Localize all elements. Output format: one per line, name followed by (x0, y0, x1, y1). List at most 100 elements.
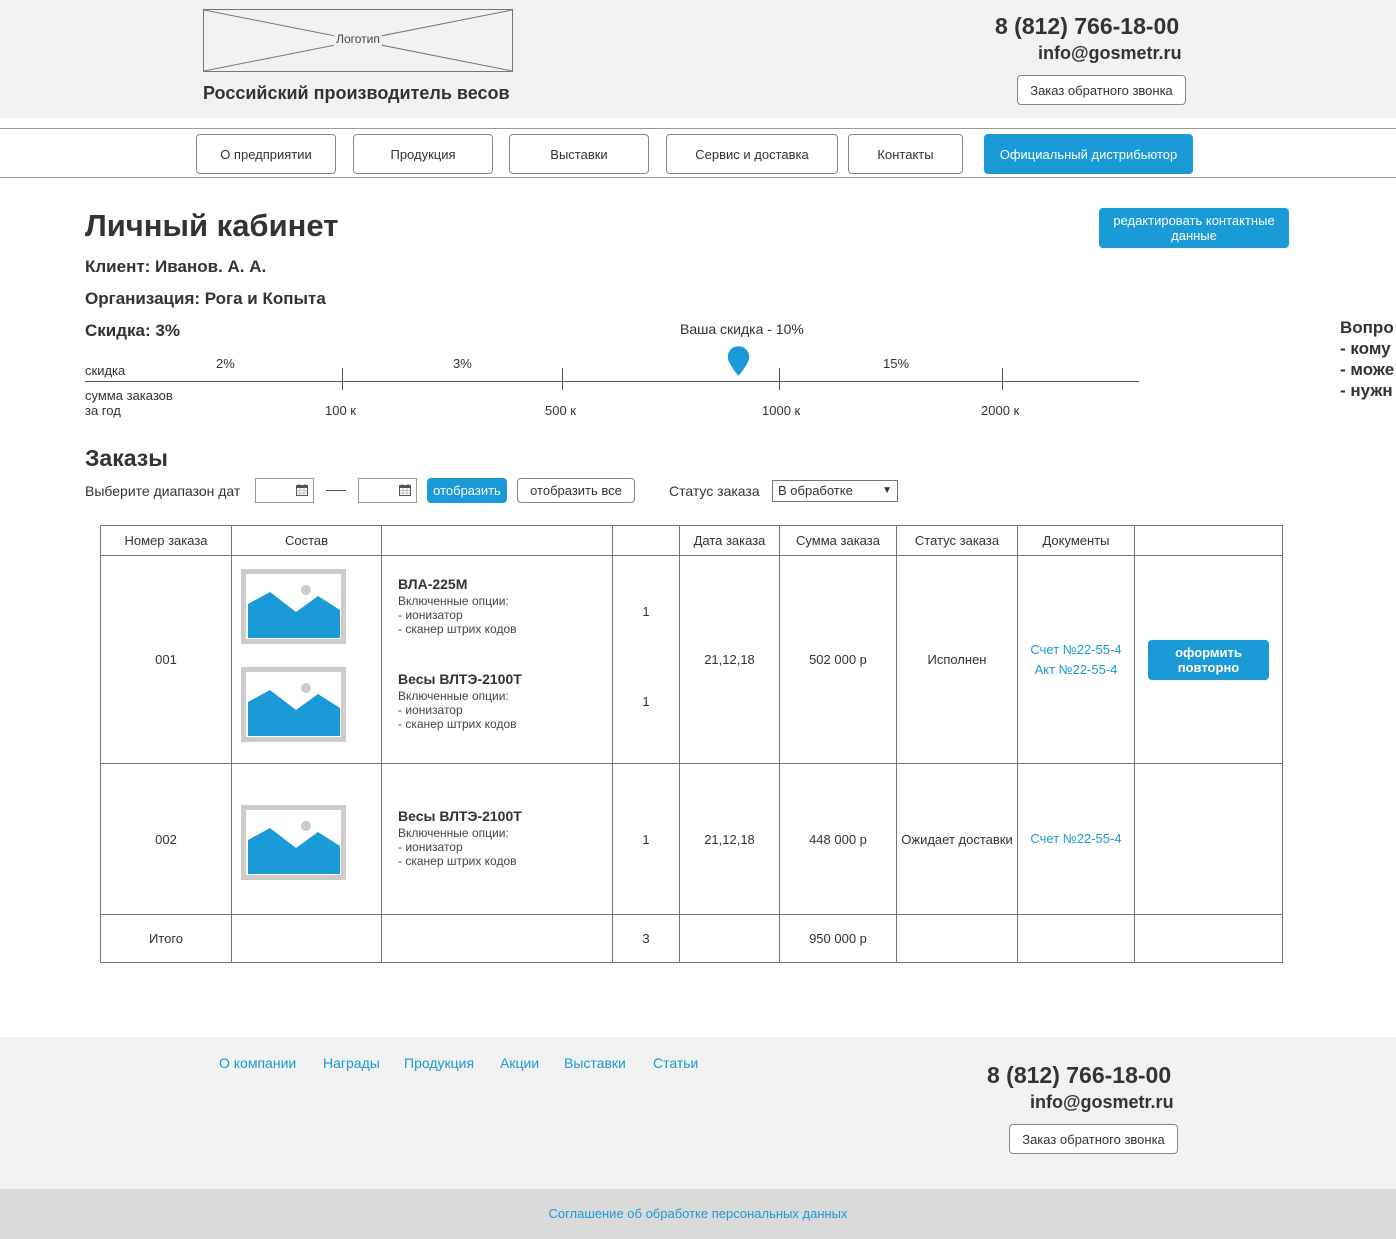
calendar-icon (399, 484, 411, 496)
client-name: Клиент: Иванов. А. А. (85, 257, 267, 276)
invoice-link[interactable]: Счет №22-55-4 (1018, 640, 1134, 660)
footer-link-awards[interactable]: Награды (323, 1055, 380, 1071)
tagline: Российский производитель весов (203, 83, 510, 103)
your-discount-label: Ваша скидка - 10% (680, 321, 804, 337)
orders-table: Номер заказа Состав Дата заказа Сумма за… (100, 525, 1283, 963)
invoice-link[interactable]: Счет №22-55-4 (1018, 829, 1134, 849)
date-range-dash (326, 490, 346, 491)
logo-label: Логотип (334, 32, 382, 46)
product-name[interactable]: ВЛА-225М (398, 576, 517, 592)
order-date: 21,12,18 (679, 555, 780, 764)
col-order-number: Номер заказа (100, 525, 232, 556)
tier-2: 2% (216, 356, 235, 371)
orders-title: Заказы (85, 445, 168, 471)
total-label: Итого (100, 914, 232, 963)
calendar-icon (296, 484, 308, 496)
main-nav: О предприятии Продукция Выставки Сервис … (0, 128, 1396, 178)
threshold-500k: 500 к (545, 403, 576, 418)
product-info: ВЛА-225М Включенные опции: - ионизатор -… (398, 575, 517, 636)
tick (1002, 368, 1003, 390)
header-phone[interactable]: 8 (812) 766-18-00 (995, 13, 1179, 40)
col-order-sum: Сумма заказа (779, 525, 897, 556)
reorder-button[interactable]: оформить повторно (1148, 639, 1269, 680)
logo-placeholder[interactable]: Логотип (203, 9, 513, 72)
footer-link-products[interactable]: Продукция (404, 1055, 474, 1071)
map-pin-icon (726, 345, 751, 378)
scale-row-sum-label: сумма заказов за год (85, 388, 173, 418)
total-sum: 950 000 р (779, 914, 897, 963)
nav-exhibitions[interactable]: Выставки (509, 134, 649, 174)
page-title: Личный кабинет (85, 208, 339, 243)
scale-row-discount-label: скидка (85, 363, 126, 378)
table-header-row: Номер заказа Состав Дата заказа Сумма за… (100, 525, 1283, 556)
footer-phone[interactable]: 8 (812) 766-18-00 (987, 1062, 1171, 1089)
dropdown-arrow-icon: ▼ (882, 485, 892, 496)
tier-15: 15% (883, 356, 910, 371)
bottom-bar: Соглашение об обработке персональных дан… (0, 1189, 1396, 1239)
callback-button[interactable]: Заказ обратного звонка (1017, 75, 1186, 105)
date-from-input[interactable] (255, 478, 314, 503)
footer-link-promotions[interactable]: Акции (500, 1055, 539, 1071)
table-row: 001 ВЛА-225М Включенные опции: - ионизат… (100, 555, 1283, 764)
tick (562, 368, 563, 390)
order-documents: Счет №22-55-4 (1017, 763, 1135, 915)
date-range-label: Выберите диапазон дат (85, 483, 241, 499)
product-name[interactable]: Весы ВЛТЭ-2100Т (398, 808, 522, 824)
order-number: 001 (100, 555, 232, 764)
col-product-info (381, 525, 613, 556)
nav-products[interactable]: Продукция (353, 134, 493, 174)
col-order-status: Статус заказа (896, 525, 1018, 556)
image-icon (248, 584, 340, 638)
footer-link-company[interactable]: О компании (219, 1055, 296, 1071)
footer-link-exhibitions[interactable]: Выставки (564, 1055, 626, 1071)
order-number: 002 (100, 763, 232, 915)
product-image-placeholder (241, 568, 346, 644)
show-all-button[interactable]: отобразить все (517, 478, 635, 503)
date-to-input[interactable] (358, 478, 417, 503)
header: Логотип Российский производитель весов 8… (0, 0, 1396, 118)
scale-line (85, 381, 1139, 382)
nav-contacts[interactable]: Контакты (848, 134, 963, 174)
footer-callback-button[interactable]: Заказ обратного звонка (1009, 1124, 1178, 1154)
footer: О компании Награды Продукция Акции Выста… (0, 1037, 1396, 1189)
col-documents: Документы (1017, 525, 1135, 556)
threshold-100k: 100 к (325, 403, 356, 418)
product-qty: 1 (642, 603, 650, 619)
organization-name: Организация: Рога и Копыта (85, 289, 326, 308)
col-order-date: Дата заказа (679, 525, 780, 556)
total-qty: 3 (612, 914, 680, 963)
product-qty: 1 (612, 763, 680, 915)
product-info: Весы ВЛТЭ-2100Т Включенные опции: - иони… (398, 807, 522, 868)
tier-3: 3% (453, 356, 472, 371)
product-name[interactable]: Весы ВЛТЭ-2100Т (398, 671, 522, 687)
order-date: 21,12,18 (679, 763, 780, 915)
product-info: Весы ВЛТЭ-2100Т Включенные опции: - иони… (398, 670, 522, 731)
order-sum: 502 000 р (779, 555, 897, 764)
order-status: Ожидает доставки (896, 763, 1018, 915)
table-row: 002 Весы ВЛТЭ-2100Т Включенные опции: - … (100, 763, 1283, 915)
image-icon (248, 682, 340, 736)
image-icon (248, 820, 340, 874)
nav-service-delivery[interactable]: Сервис и доставка (666, 134, 838, 174)
footer-email[interactable]: info@gosmetr.ru (1030, 1092, 1174, 1113)
side-note: Вопро - кому - може - нужн (1340, 318, 1395, 400)
product-image-placeholder (241, 804, 346, 880)
order-documents: Счет №22-55-4 Акт №22-55-4 (1017, 555, 1135, 764)
header-email[interactable]: info@gosmetr.ru (1038, 43, 1182, 64)
tick (342, 368, 343, 390)
col-qty (612, 525, 680, 556)
threshold-2000k: 2000 к (981, 403, 1020, 418)
nav-official-distributor[interactable]: Официальный дистрибьютор (984, 134, 1193, 174)
footer-link-articles[interactable]: Статьи (653, 1055, 698, 1071)
edit-contacts-button[interactable]: редактировать контактные данные (1099, 208, 1289, 248)
status-filter-label: Статус заказа (669, 483, 760, 499)
show-button[interactable]: отобразить (427, 478, 507, 503)
act-link[interactable]: Акт №22-55-4 (1018, 660, 1134, 680)
nav-about[interactable]: О предприятии (196, 134, 336, 174)
product-image-placeholder (241, 666, 346, 742)
col-actions (1134, 525, 1283, 556)
privacy-agreement-link[interactable]: Соглашение об обработке персональных дан… (0, 1206, 1396, 1221)
status-select[interactable]: В обработке ▼ (772, 480, 898, 502)
product-qty: 1 (642, 693, 650, 709)
discount-value: Скидка: 3% (85, 321, 180, 340)
